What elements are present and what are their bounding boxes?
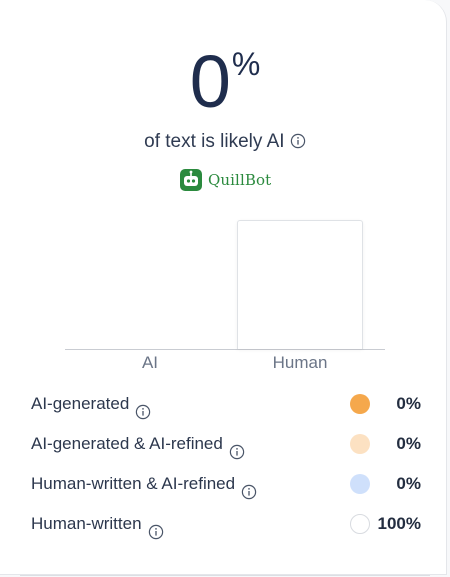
legend-label-wrap: AI-generated (31, 384, 151, 424)
legend-color-dot (350, 394, 370, 414)
bar-human (237, 220, 363, 349)
legend-color-dot (350, 474, 370, 494)
bottom-divider (20, 575, 430, 576)
info-icon[interactable] (241, 475, 257, 499)
category-label-ai: AI (141, 353, 159, 372)
ai-score: 0% (0, 40, 450, 124)
ai-score-value: 0 (189, 40, 231, 123)
quillbot-logo: QuillBot (180, 169, 271, 191)
ai-detection-card: 0% of text is likely AI QuillBot AI Huma… (0, 0, 450, 576)
legend-label-wrap: AI-generated & AI-refined (31, 424, 245, 464)
legend-label: AI-generated (31, 394, 130, 413)
ai-human-bar-chart: AI Human (0, 200, 450, 380)
legend-label-wrap: Human-written & AI-refined (31, 464, 257, 504)
legend-item: AI-generated & AI-refined 0% (0, 424, 450, 464)
legend-item: AI-generated 0% (0, 384, 450, 424)
info-icon[interactable] (229, 435, 245, 459)
legend-label-wrap: Human-written (31, 504, 164, 544)
info-icon[interactable] (148, 515, 164, 539)
legend-value: 0% (396, 474, 421, 493)
legend-label: Human-written & AI-refined (31, 474, 236, 493)
info-icon[interactable] (290, 132, 306, 149)
ai-score-unit: % (231, 46, 261, 82)
score-summary: of text is likely AI (0, 130, 450, 154)
legend-color-dot (350, 514, 370, 534)
score-summary-text: of text is likely AI (144, 131, 285, 152)
quillbot-wordmark: QuillBot (208, 171, 272, 189)
legend-label: Human-written (31, 514, 142, 533)
quillbot-robot-icon (180, 169, 202, 191)
legend-value: 0% (396, 394, 421, 413)
category-label-human: Human (272, 353, 328, 372)
chart-baseline (65, 349, 385, 350)
legend-value: 100% (377, 514, 421, 533)
legend-item: Human-written & AI-refined 0% (0, 464, 450, 504)
info-icon[interactable] (135, 395, 151, 419)
legend-item: Human-written 100% (0, 504, 450, 544)
legend-color-dot (350, 434, 370, 454)
legend-value: 0% (396, 434, 421, 453)
legend-label: AI-generated & AI-refined (31, 434, 223, 453)
